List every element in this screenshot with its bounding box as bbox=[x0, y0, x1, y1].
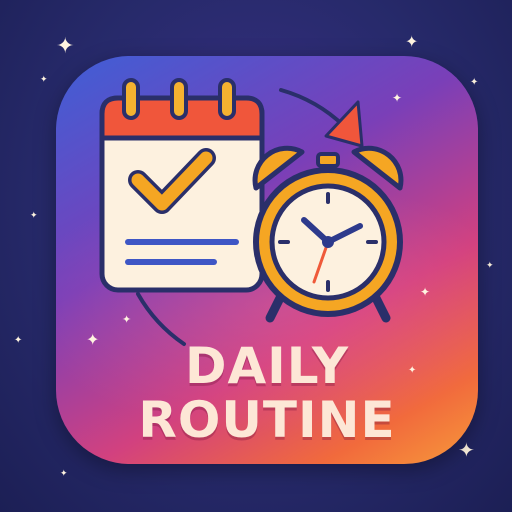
sparkle-icon: ✦ bbox=[420, 285, 431, 299]
app-icon-tile: DAILY ROUTINE ✦ ✦ ✦ ✦ ✦ bbox=[56, 56, 478, 464]
title-line-2: ROUTINE bbox=[138, 391, 396, 449]
sparkle-icon: ✦ bbox=[392, 91, 403, 105]
sparkle-icon: ✦ bbox=[30, 211, 38, 221]
sparkle-icon: ✦ bbox=[408, 365, 417, 376]
sparkle-icon: ✦ bbox=[122, 313, 132, 326]
sparkle-icon: ✦ bbox=[56, 34, 75, 59]
sparkle-icon: ✦ bbox=[486, 261, 494, 271]
sparkle-icon: ✦ bbox=[86, 330, 100, 349]
alarm-clock-icon bbox=[252, 145, 404, 323]
calendar-check-icon bbox=[99, 78, 265, 293]
sparkle-icon: ✦ bbox=[60, 469, 68, 479]
sparkle-icon: ✦ bbox=[40, 75, 48, 85]
sparkle-icon: ✦ bbox=[405, 32, 419, 51]
app-icon-scene: ✦ ✦ ✦ ✦ ✦ ✦ ✦ ✦ ✦ DAILY ROUTINE ✦ ✦ ✦ ✦ … bbox=[0, 0, 512, 512]
sparkle-icon: ✦ bbox=[14, 335, 23, 346]
